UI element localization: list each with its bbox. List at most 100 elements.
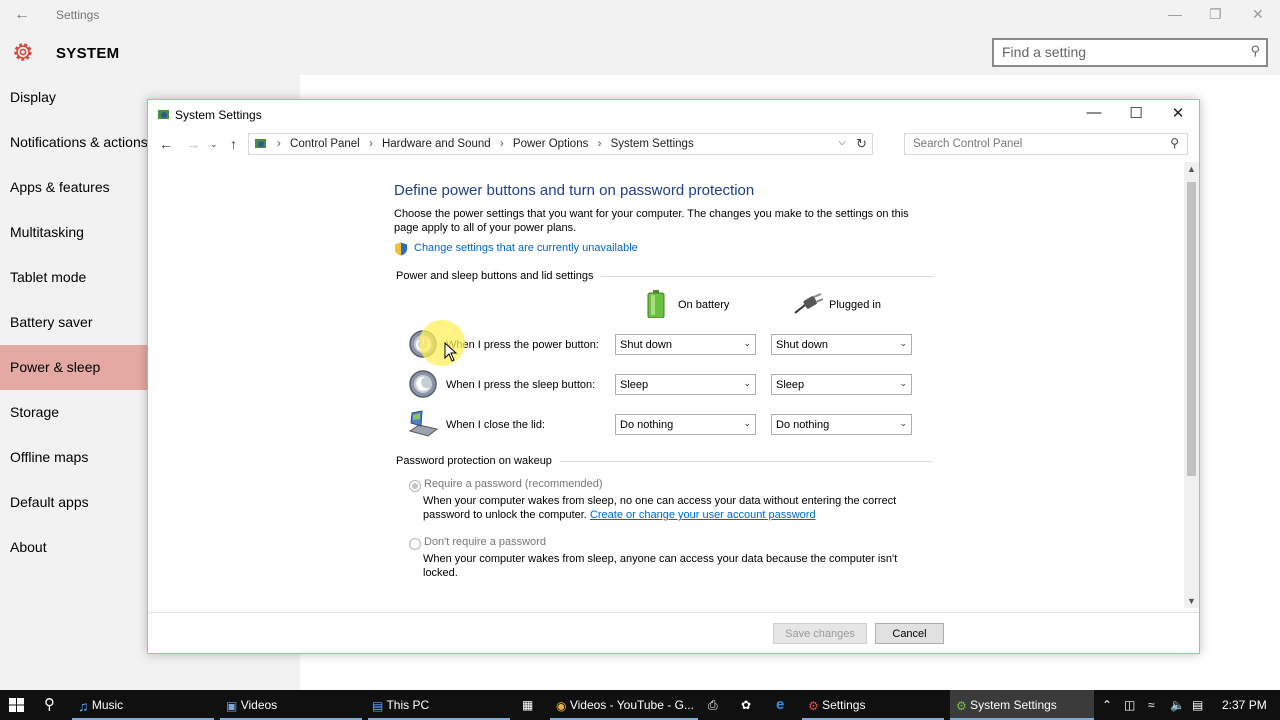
- control-panel-icon: [255, 139, 266, 148]
- system-settings-window: System Settings — ☐ ✕ ← → ⌄ ↑ › Control …: [147, 99, 1200, 654]
- video-icon: ▣: [226, 698, 238, 713]
- taskbar: ⚲ ♫ Music ▣ Videos ▤ This PC ▦ ◉ Videos …: [0, 690, 1280, 720]
- page-description: Choose the power settings that you want …: [394, 208, 909, 234]
- breadcrumb-item[interactable]: Control Panel: [290, 138, 360, 150]
- taskbar-app-system-settings[interactable]: ⚙ System Settings: [950, 690, 1094, 720]
- address-bar[interactable]: › Control Panel › Hardware and Sound › P…: [248, 133, 873, 155]
- find-setting-placeholder: Find a setting: [1002, 44, 1087, 60]
- no-password-label: Don't require a password: [424, 536, 546, 548]
- laptop-lid-icon: [408, 410, 438, 437]
- windows-logo-icon: [9, 698, 24, 712]
- require-password-radio[interactable]: [409, 480, 421, 492]
- page-heading: Define power buttons and turn on passwor…: [394, 182, 755, 199]
- scroll-down-icon[interactable]: ▼: [1187, 596, 1196, 606]
- taskbar-app-music[interactable]: ♫ Music: [72, 690, 214, 720]
- nav-label: Notifications & actions: [10, 134, 148, 150]
- section-title-buttons: Power and sleep buttons and lid settings: [396, 270, 594, 282]
- row-label-close-lid: When I close the lid:: [446, 419, 546, 431]
- taskbar-app-videos[interactable]: ▣ Videos: [220, 690, 362, 720]
- paint-icon[interactable]: ✿: [737, 690, 761, 720]
- forward-arrow-icon[interactable]: →: [186, 136, 200, 152]
- shield-icon: [395, 242, 407, 256]
- wifi-icon[interactable]: ≈: [1148, 698, 1155, 712]
- column-header-plugged: Plugged in: [829, 299, 881, 311]
- restore-icon[interactable]: ❐: [1209, 6, 1222, 23]
- breadcrumb-item[interactable]: Hardware and Sound: [382, 138, 491, 150]
- page-title: SYSTEM: [56, 45, 120, 62]
- refresh-icon[interactable]: ↻: [856, 136, 867, 152]
- row-label-power-button: When I press the power button:: [446, 339, 599, 351]
- search-control-panel-input[interactable]: Search Control Panel ⚲: [904, 133, 1188, 155]
- back-arrow-icon[interactable]: ←: [14, 6, 30, 24]
- taskbar-app-label: Settings: [822, 698, 866, 712]
- nav-label: About: [10, 539, 47, 555]
- chevron-down-icon[interactable]: ⌵: [838, 137, 846, 148]
- close-icon[interactable]: ✕: [1158, 104, 1198, 126]
- taskbar-app-chrome[interactable]: ◉ Videos - YouTube - G...: [550, 690, 698, 720]
- start-button[interactable]: [0, 690, 34, 720]
- back-arrow-icon[interactable]: ←: [159, 136, 173, 152]
- no-password-radio[interactable]: [409, 538, 421, 550]
- taskbar-app-label: Videos - YouTube - G...: [569, 698, 694, 712]
- gear-icon: ⚙: [808, 698, 819, 713]
- recent-dropdown-icon[interactable]: ⌄: [210, 139, 218, 150]
- footer-divider: [148, 612, 1199, 613]
- find-setting-input[interactable]: Find a setting ⚲: [992, 38, 1268, 67]
- breadcrumb: › Control Panel › Hardware and Sound › P…: [277, 138, 694, 150]
- nav-label: Apps & features: [10, 179, 110, 195]
- taskbar-app-settings[interactable]: ⚙ Settings: [802, 690, 944, 720]
- minimize-icon[interactable]: —: [1074, 104, 1114, 126]
- power-button-plugged-select[interactable]: Shut down ⌄: [771, 334, 912, 355]
- volume-icon[interactable]: 🔈: [1170, 698, 1185, 712]
- nav-label: Multitasking: [10, 224, 84, 240]
- taskbar-app-this-pc[interactable]: ▤ This PC: [368, 690, 510, 720]
- row-label-sleep-button: When I press the sleep button:: [446, 379, 596, 391]
- settings-titlebar: ← Settings — ❐ ✕: [0, 0, 1280, 30]
- select-value: Do nothing: [620, 419, 674, 431]
- chevron-down-icon: ⌄: [743, 338, 751, 348]
- nav-label: Tablet mode: [10, 269, 87, 285]
- store-icon[interactable]: ▦: [518, 690, 542, 720]
- chevron-right-icon: ›: [499, 138, 504, 150]
- address-row: ← → ⌄ ↑ › Control Panel › Hardware and S…: [148, 130, 1199, 160]
- notifications-icon[interactable]: ▤: [1192, 698, 1203, 712]
- search-icon[interactable]: ⚲: [36, 690, 68, 720]
- section-divider: [601, 276, 933, 277]
- minimize-icon[interactable]: —: [1168, 6, 1182, 22]
- breadcrumb-item[interactable]: Power Options: [513, 138, 588, 150]
- sleep-button-plugged-select[interactable]: Sleep ⌄: [771, 374, 912, 395]
- change-password-link[interactable]: Create or change your user account passw…: [590, 509, 816, 521]
- vertical-scrollbar[interactable]: ▲ ▼: [1184, 162, 1199, 608]
- content-pane: Define power buttons and turn on passwor…: [148, 162, 1184, 608]
- chevron-down-icon: ⌄: [899, 418, 907, 428]
- close-lid-battery-select[interactable]: Do nothing ⌄: [615, 414, 756, 435]
- close-icon[interactable]: ✕: [1252, 6, 1264, 23]
- maximize-icon[interactable]: ☐: [1116, 104, 1156, 126]
- clock[interactable]: 2:37 PM: [1222, 698, 1267, 712]
- require-password-description: When your computer wakes from sleep, no …: [423, 494, 923, 522]
- save-changes-button[interactable]: Save changes: [773, 623, 867, 644]
- breadcrumb-item[interactable]: System Settings: [611, 138, 694, 150]
- battery-plug-icon[interactable]: ◫: [1124, 698, 1135, 712]
- taskbar-app-label: Videos: [240, 698, 278, 712]
- window-titlebar: System Settings — ☐ ✕: [148, 100, 1199, 130]
- settings-header: SYSTEM Find a setting ⚲: [0, 30, 1280, 74]
- settings-title: Settings: [56, 8, 100, 22]
- chevron-up-icon[interactable]: ⌃: [1102, 698, 1112, 712]
- gear-icon: [14, 43, 32, 61]
- power-button-battery-select[interactable]: Shut down ⌄: [615, 334, 756, 355]
- scroll-up-icon[interactable]: ▲: [1187, 164, 1196, 174]
- computer-icon: ▤: [372, 698, 384, 713]
- printer-icon[interactable]: ⎙: [704, 690, 728, 720]
- close-lid-plugged-select[interactable]: Do nothing ⌄: [771, 414, 912, 435]
- edge-icon[interactable]: e: [772, 690, 796, 720]
- sleep-button-battery-select[interactable]: Sleep ⌄: [615, 374, 756, 395]
- nav-label: Default apps: [10, 494, 89, 510]
- select-value: Sleep: [620, 379, 649, 391]
- column-header-battery: On battery: [678, 299, 730, 311]
- scroll-thumb[interactable]: [1187, 182, 1196, 476]
- change-settings-link[interactable]: Change settings that are currently unava…: [414, 242, 638, 254]
- up-arrow-icon[interactable]: ↑: [230, 136, 237, 152]
- cancel-button[interactable]: Cancel: [875, 623, 944, 644]
- select-value: Shut down: [620, 339, 672, 351]
